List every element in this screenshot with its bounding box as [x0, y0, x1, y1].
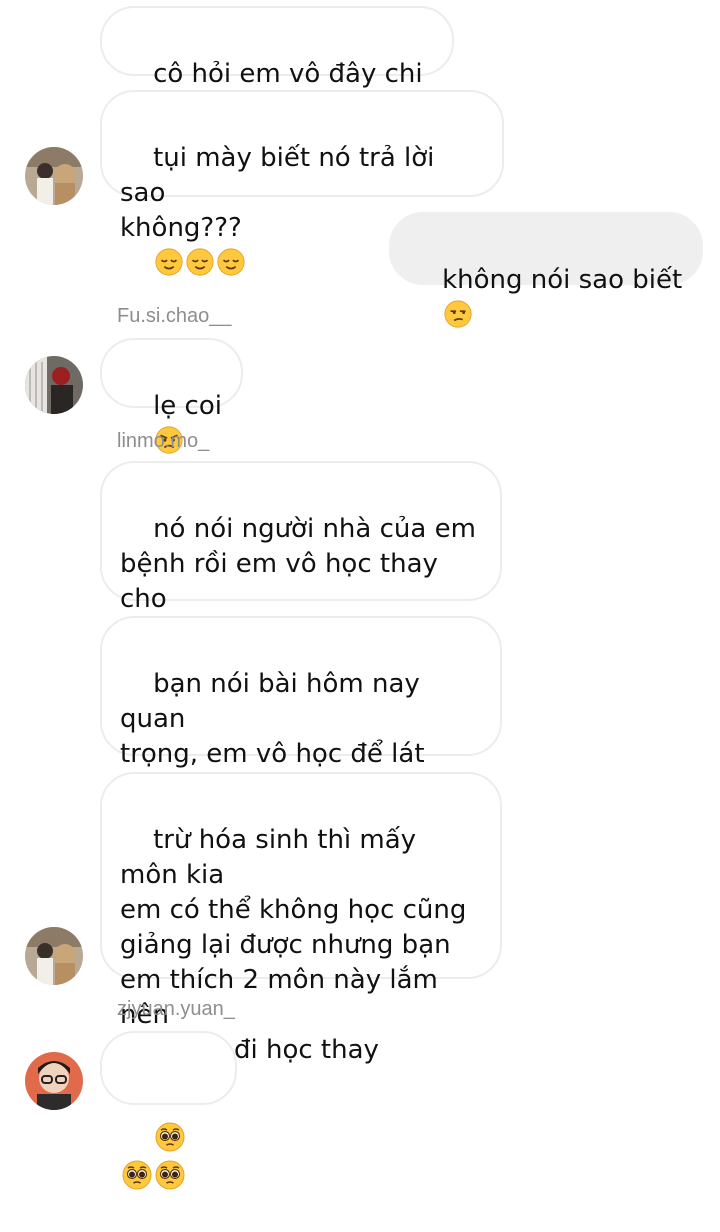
avatar-photo [25, 147, 83, 205]
relieved-face-icon [186, 248, 214, 276]
pleading-face-icon [155, 1160, 185, 1190]
message-bubble[interactable] [100, 1031, 237, 1190]
pleading-face-icon [155, 1122, 185, 1152]
message-bubble[interactable]: cô hỏi em vô đây chi Vũ? [100, 6, 454, 124]
sender-name: Fu.si.chao__ [117, 305, 232, 327]
avatar[interactable] [25, 147, 83, 205]
avatar-photo [25, 1052, 83, 1110]
chat-thread: cô hỏi em vô đây chi Vũ? tụi mày biết nó… [0, 0, 720, 1190]
unamused-face-icon [444, 300, 472, 328]
message-bubble[interactable]: tụi mày biết nó trả lời sao không??? [100, 90, 504, 276]
pleading-face-icon [122, 1160, 152, 1190]
avatar-photo [25, 356, 83, 414]
avatar[interactable] [25, 1052, 83, 1110]
avatar-photo [25, 927, 83, 985]
message-text: trừ hóa sinh thì mấy môn kia em có thể k… [120, 825, 467, 1065]
message-bubble[interactable]: trừ hóa sinh thì mấy môn kia em có thể k… [100, 772, 502, 1065]
sender-name: linmo.mo_ [117, 430, 210, 452]
message-bubble[interactable]: bạn nói bài hôm nay quan trọng, em vô họ… [100, 616, 502, 804]
relieved-face-icon [217, 248, 245, 276]
message-text: lẹ coi [153, 391, 222, 421]
sender-name: zjyuan.yuan_ [117, 998, 235, 1020]
avatar[interactable] [25, 356, 83, 414]
avatar[interactable] [25, 927, 83, 985]
message-bubble[interactable]: lẹ coi [100, 338, 243, 454]
message-text: không nói sao biết [442, 265, 683, 295]
message-bubble[interactable]: nó nói người nhà của em bệnh rồi em vô h… [100, 461, 502, 682]
message-bubble-outgoing[interactable]: không nói sao biết [389, 212, 703, 328]
relieved-face-icon [155, 248, 183, 276]
